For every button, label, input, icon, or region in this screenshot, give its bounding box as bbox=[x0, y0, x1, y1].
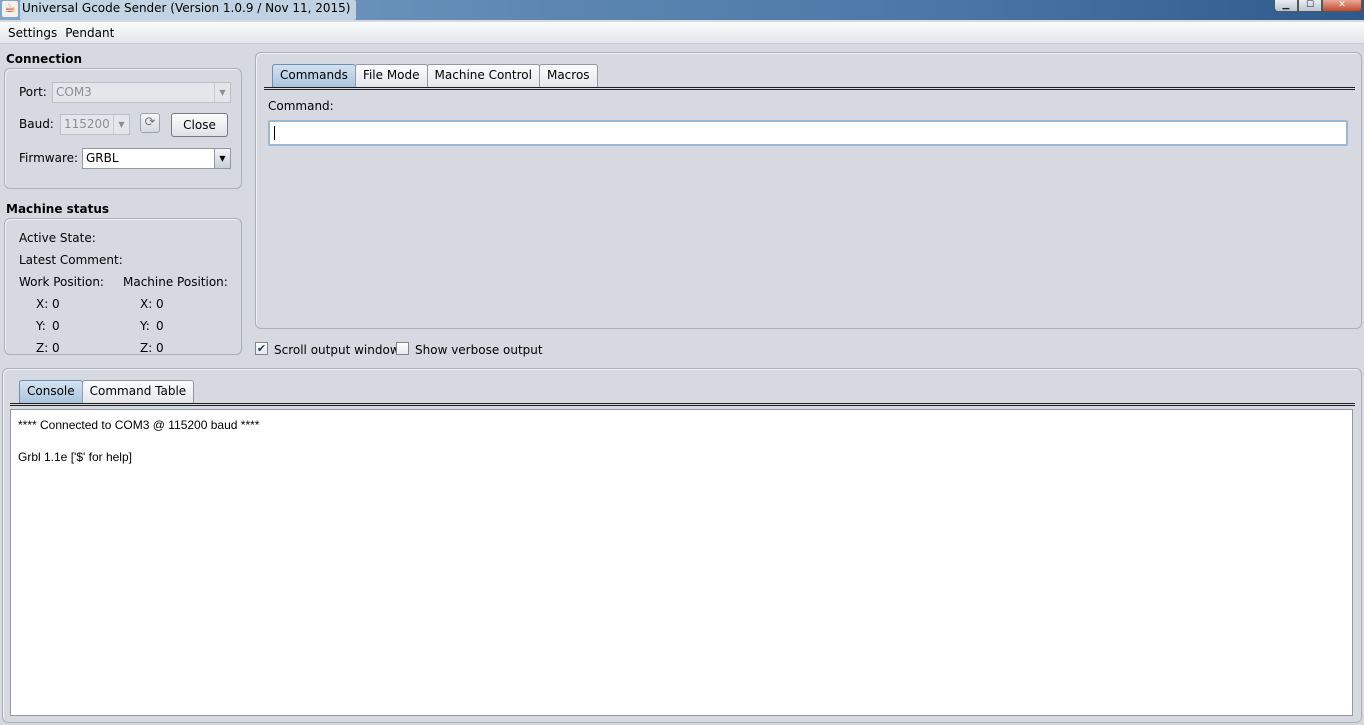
chevron-down-icon: ▼ bbox=[113, 115, 129, 134]
command-label: Command: bbox=[268, 99, 334, 113]
verbose-output-checkbox[interactable] bbox=[396, 342, 409, 355]
scroll-output-checkbox[interactable]: ✔ bbox=[255, 342, 268, 355]
tab-divider bbox=[264, 87, 1355, 90]
maximize-button[interactable]: ☐ bbox=[1298, 0, 1322, 12]
work-x-label: X: bbox=[36, 297, 49, 311]
checkmark-icon: ✔ bbox=[256, 342, 267, 355]
machine-y-label: Y: bbox=[140, 319, 150, 333]
machine-x-label: X: bbox=[140, 297, 153, 311]
chevron-down-icon: ▼ bbox=[214, 149, 230, 168]
port-value: COM3 bbox=[56, 85, 92, 99]
command-input[interactable] bbox=[268, 120, 1348, 146]
text-caret bbox=[274, 126, 275, 140]
work-y-label: Y: bbox=[36, 319, 46, 333]
active-state-label: Active State: bbox=[19, 231, 96, 245]
port-select[interactable]: COM3 ▼ bbox=[52, 82, 231, 103]
port-label: Port: bbox=[19, 85, 47, 99]
commands-panel bbox=[255, 52, 1362, 329]
tab-file-mode[interactable]: File Mode bbox=[354, 64, 428, 87]
window-controls: ▁ ☐ ✕ bbox=[1274, 0, 1362, 12]
console-line: Grbl 1.1e ['$' for help] bbox=[18, 450, 132, 464]
work-z-value: 0 bbox=[52, 341, 60, 355]
tab-machine-control[interactable]: Machine Control bbox=[426, 64, 540, 87]
baud-value: 115200 bbox=[64, 117, 110, 131]
scroll-output-label: Scroll output window bbox=[274, 343, 400, 357]
connection-title: Connection bbox=[6, 52, 83, 66]
chevron-down-icon: ▼ bbox=[214, 83, 230, 102]
baud-select[interactable]: 115200 ▼ bbox=[60, 114, 130, 135]
top-tab-strip: Commands File Mode Machine Control Macro… bbox=[272, 64, 598, 87]
tab-command-table[interactable]: Command Table bbox=[81, 380, 195, 403]
menu-settings[interactable]: Settings bbox=[4, 22, 61, 44]
refresh-ports-button[interactable]: ⟳ bbox=[140, 113, 160, 133]
console-tab-divider bbox=[10, 403, 1355, 406]
bottom-tab-strip: Console Command Table bbox=[19, 380, 195, 403]
menu-bar: Settings Pendant bbox=[0, 22, 1364, 44]
work-z-label: Z: bbox=[36, 341, 49, 355]
baud-label: Baud: bbox=[19, 117, 54, 131]
console-output[interactable]: **** Connected to COM3 @ 115200 baud ***… bbox=[10, 409, 1353, 716]
minimize-button[interactable]: ▁ bbox=[1274, 0, 1298, 12]
menu-pendant[interactable]: Pendant bbox=[61, 22, 118, 44]
machine-z-value: 0 bbox=[156, 341, 164, 355]
close-window-button[interactable]: ✕ bbox=[1322, 0, 1362, 12]
machine-y-value: 0 bbox=[156, 319, 164, 333]
work-position-label: Work Position: bbox=[19, 275, 104, 289]
firmware-label: Firmware: bbox=[19, 151, 79, 165]
window-title: Universal Gcode Sender (Version 1.0.9 / … bbox=[20, 0, 357, 20]
machine-z-label: Z: bbox=[140, 341, 153, 355]
latest-comment-label: Latest Comment: bbox=[19, 253, 123, 267]
title-bar: ☕ Universal Gcode Sender (Version 1.0.9 … bbox=[0, 0, 1364, 20]
work-x-value: 0 bbox=[52, 297, 60, 311]
tab-commands[interactable]: Commands bbox=[272, 64, 356, 87]
machine-x-value: 0 bbox=[156, 297, 164, 311]
work-y-value: 0 bbox=[52, 319, 60, 333]
console-line: **** Connected to COM3 @ 115200 baud ***… bbox=[18, 418, 260, 432]
refresh-icon: ⟳ bbox=[144, 115, 156, 130]
firmware-value: GRBL bbox=[86, 151, 119, 165]
machine-status-title: Machine status bbox=[6, 202, 110, 216]
firmware-select[interactable]: GRBL ▼ bbox=[82, 148, 231, 169]
java-cup-icon: ☕ bbox=[2, 1, 18, 17]
tab-macros[interactable]: Macros bbox=[538, 64, 598, 87]
verbose-output-label: Show verbose output bbox=[415, 343, 543, 357]
tab-console[interactable]: Console bbox=[19, 380, 83, 403]
machine-position-label: Machine Position: bbox=[123, 275, 228, 289]
close-connection-button[interactable]: Close bbox=[171, 113, 228, 137]
